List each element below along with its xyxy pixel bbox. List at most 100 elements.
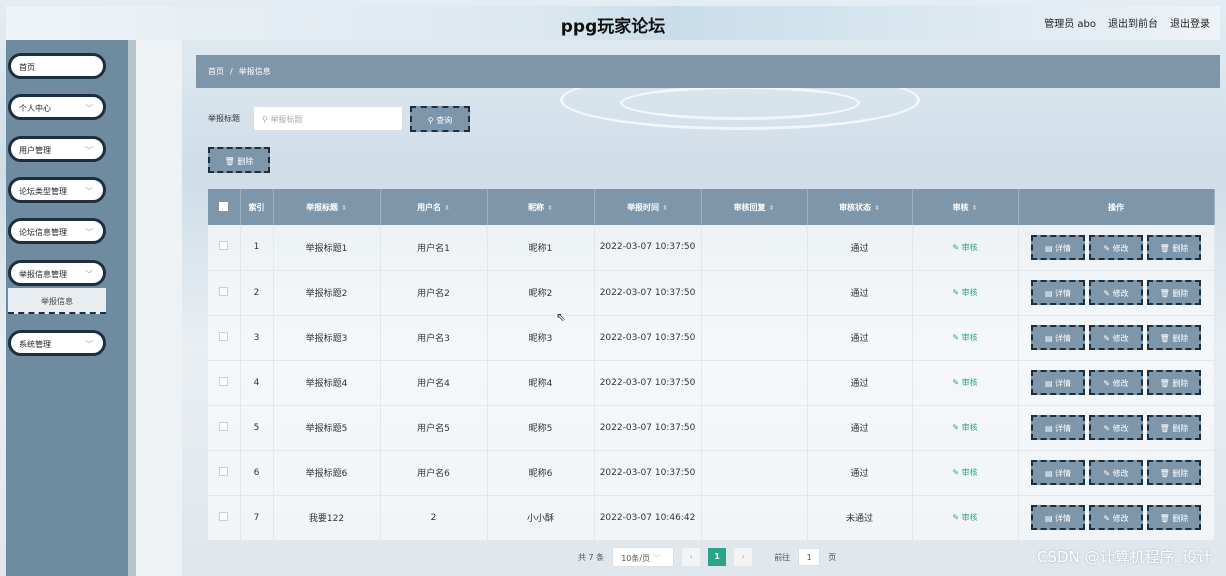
delete-button[interactable]: 🗑 删除 [1147, 505, 1201, 530]
edit-button[interactable]: ✎ 修改 [1089, 415, 1143, 440]
column-header-title[interactable]: 举报标题 ⬍ [273, 189, 381, 225]
audit-link[interactable]: ✎ 审核 [952, 513, 977, 522]
delete-button[interactable]: 🗑 删除 [1147, 415, 1201, 440]
sidebar-subitem-report-info[interactable]: 举报信息 [8, 288, 106, 314]
sort-icon[interactable]: ⬍ [769, 204, 775, 212]
column-header-label: 昵称 [528, 202, 545, 212]
audit-link[interactable]: ✎ 审核 [952, 333, 977, 342]
edit-icon: ✎ [1103, 379, 1113, 388]
edit-button[interactable]: ✎ 修改 [1089, 505, 1143, 530]
sort-icon[interactable]: ⬍ [547, 204, 553, 212]
cell-status: 通过 [807, 450, 913, 496]
row-checkbox[interactable] [219, 286, 229, 296]
edit-button[interactable]: ✎ 修改 [1089, 234, 1143, 260]
delete-button[interactable]: 🗑 删除 [1147, 460, 1201, 485]
main-content: 首页 / 举报信息 举报标题 ⚲ 举报标题 ⚲ 查询 🗑 删除 索引 举报标题 ⬍ 用… [196, 55, 1220, 576]
audit-link[interactable]: ✎ 审核 [952, 243, 977, 252]
edit-button[interactable]: ✎ 修改 [1089, 280, 1143, 305]
column-header-user[interactable]: 用户名 ⬍ [380, 189, 488, 225]
select-all-checkbox[interactable] [219, 201, 229, 211]
row-checkbox[interactable] [219, 376, 229, 386]
delete-button-label: 删除 [1172, 424, 1189, 433]
edit-icon: ✎ [1103, 243, 1113, 253]
row-checkbox[interactable] [219, 241, 229, 251]
delete-button[interactable]: 🗑 删除 [1147, 234, 1201, 260]
sidebar-item-home[interactable]: 首页 [8, 53, 106, 79]
sort-icon[interactable]: ⬍ [341, 204, 347, 212]
page-size-select[interactable]: 10条/页 ﹀ [612, 547, 675, 567]
column-header-audit[interactable]: 审核 ⬍ [912, 189, 1019, 225]
goto-page-input[interactable]: 1 [798, 548, 821, 566]
row-checkbox[interactable] [219, 421, 229, 431]
edit-icon: ✎ [952, 423, 962, 432]
row-checkbox[interactable] [219, 466, 229, 476]
sidebar-item-forum-info-management[interactable]: 论坛信息管理 ﹀ [8, 218, 106, 244]
delete-button[interactable]: 🗑 删除 [1147, 280, 1201, 305]
next-page-button[interactable]: › [734, 548, 753, 566]
detail-button[interactable]: ▤ 详情 [1031, 415, 1085, 440]
back-to-frontend-link[interactable]: 退出到前台 [1108, 15, 1158, 30]
batch-delete-button[interactable]: 🗑 删除 [208, 147, 270, 173]
sidebar-item-label: 用户管理 [19, 146, 51, 155]
document-icon: ▤ [1044, 514, 1056, 523]
column-header-nickname[interactable]: 昵称 ⬍ [487, 189, 595, 225]
cell-time: 2022-03-07 10:37:50 [594, 225, 702, 271]
prev-page-button[interactable]: ‹ [682, 548, 701, 566]
row-select-cell [208, 450, 241, 496]
query-button[interactable]: ⚲ 查询 [410, 106, 470, 132]
cell-nickname: 昵称1 [487, 225, 595, 271]
sort-icon[interactable]: ⬍ [662, 204, 668, 212]
sidebar-item-forum-type-management[interactable]: 论坛类型管理 ﹀ [8, 177, 106, 203]
logout-link[interactable]: 退出登录 [1170, 15, 1210, 30]
sidebar-item-user-management[interactable]: 用户管理 ﹀ [8, 136, 106, 162]
column-header-reply[interactable]: 审核回复 ⬍ [701, 189, 808, 225]
detail-button[interactable]: ▤ 详情 [1031, 325, 1085, 350]
sort-icon[interactable]: ⬍ [444, 204, 450, 212]
cell-index: 3 [240, 315, 274, 361]
audit-link[interactable]: ✎ 审核 [952, 288, 977, 297]
detail-button[interactable]: ▤ 详情 [1031, 460, 1085, 485]
audit-link[interactable]: ✎ 审核 [952, 423, 977, 432]
sort-icon[interactable]: ⬍ [874, 204, 880, 212]
detail-button[interactable]: ▤ 详情 [1031, 234, 1085, 260]
cell-reply [701, 450, 808, 496]
chevron-down-icon: ﹀ [85, 228, 93, 237]
edit-button[interactable]: ✎ 修改 [1089, 370, 1143, 395]
column-header-time[interactable]: 举报时间 ⬍ [594, 189, 702, 225]
edit-button[interactable]: ✎ 修改 [1089, 460, 1143, 485]
cell-audit: ✎ 审核 [912, 360, 1019, 406]
table-row: 7 我要122 2 小小酥 2022-03-07 10:46:42 未通过 ✎ 审核 ▤ 详情… [208, 495, 1215, 541]
detail-button[interactable]: ▤ 详情 [1031, 370, 1085, 395]
detail-button[interactable]: ▤ 详情 [1031, 505, 1085, 530]
sidebar-gutter [136, 40, 182, 576]
cell-actions: ▤ 详情 ✎ 修改 🗑 删除 [1018, 495, 1215, 541]
cell-user: 用户名6 [380, 450, 488, 496]
cell-user: 用户名3 [380, 315, 488, 361]
audit-link[interactable]: ✎ 审核 [952, 468, 977, 477]
audit-link[interactable]: ✎ 审核 [952, 378, 977, 387]
sidebar-item-personal-center[interactable]: 个人中心 ﹀ [8, 94, 106, 120]
sidebar-item-system-management[interactable]: 系统管理 ﹀ [8, 330, 106, 356]
page-number-current[interactable]: 1 [708, 548, 727, 566]
mouse-cursor-icon: ⇖ [556, 310, 567, 324]
column-header-label: 举报时间 [627, 202, 660, 212]
cell-reply [701, 270, 808, 316]
row-checkbox[interactable] [219, 331, 229, 341]
chevron-down-icon: ﹀ [85, 104, 93, 113]
row-checkbox[interactable] [219, 511, 229, 521]
search-label: 举报标题 [208, 114, 240, 123]
cell-actions: ▤ 详情 ✎ 修改 🗑 删除 [1018, 450, 1215, 496]
sort-icon[interactable]: ⬍ [972, 204, 978, 212]
search-input[interactable]: ⚲ 举报标题 [253, 106, 403, 131]
delete-button[interactable]: 🗑 删除 [1147, 370, 1201, 395]
detail-button[interactable]: ▤ 详情 [1031, 280, 1085, 305]
trash-icon: 🗑 [1159, 243, 1173, 253]
column-header-status[interactable]: 审核状态 ⬍ [807, 189, 913, 225]
sidebar-item-report-management[interactable]: 举报信息管理 ﹀ [8, 260, 106, 286]
cell-audit: ✎ 审核 [912, 315, 1019, 361]
delete-button[interactable]: 🗑 删除 [1147, 325, 1201, 350]
edit-button[interactable]: ✎ 修改 [1089, 325, 1143, 350]
breadcrumb-home[interactable]: 首页 [208, 67, 224, 76]
cell-user: 2 [380, 495, 488, 541]
cell-index: 1 [240, 225, 274, 271]
